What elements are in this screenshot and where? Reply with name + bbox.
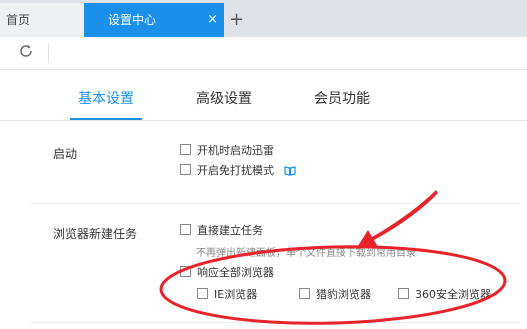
option-label: 开机时启动迅雷	[197, 144, 274, 157]
checkbox[interactable]	[398, 288, 409, 299]
direct-create-hint: 不再弹出新建面板，单个文件直接下载到常用目录	[196, 248, 416, 259]
option-start-on-boot[interactable]: 开机时启动迅雷	[180, 144, 274, 158]
option-label: IE浏览器	[214, 288, 258, 301]
tab-member-features[interactable]: 会员功能	[314, 88, 370, 108]
browser-tab-bar: 首页 设置中心 × +	[0, 0, 527, 37]
option-label: 开启免打扰模式	[197, 164, 274, 177]
option-do-not-disturb[interactable]: 开启免打扰模式	[180, 164, 296, 180]
section-divider	[30, 203, 520, 204]
option-label: 响应全部浏览器	[197, 266, 274, 279]
option-label: 直接建立任务	[197, 224, 263, 237]
section-divider	[30, 322, 520, 323]
checkbox[interactable]	[299, 288, 310, 299]
checkbox[interactable]	[180, 164, 191, 175]
toolbar-divider	[48, 43, 49, 63]
option-ie-browser[interactable]: IE浏览器	[197, 288, 257, 302]
option-label: 360安全浏览器	[415, 288, 491, 301]
option-360-browser[interactable]: 360安全浏览器	[398, 288, 491, 302]
new-tab-button[interactable]: +	[229, 6, 244, 34]
tab-basic-settings[interactable]: 基本设置	[78, 88, 134, 108]
section-label-startup: 启动	[53, 147, 78, 161]
checkbox[interactable]	[197, 288, 208, 299]
annotation-arrow	[356, 190, 438, 249]
tab-settings-label: 设置中心	[108, 13, 157, 27]
section-label-browser-new-task: 浏览器新建任务	[53, 227, 138, 241]
reload-icon[interactable]	[18, 43, 34, 63]
close-icon[interactable]: ×	[207, 3, 218, 37]
tabs-divider	[0, 120, 527, 121]
option-label: 猎豹浏览器	[316, 288, 371, 301]
checkbox[interactable]	[180, 266, 191, 277]
info-book-icon[interactable]	[283, 166, 296, 180]
tab-home[interactable]: 首页	[0, 3, 84, 37]
tab-settings-center[interactable]: 设置中心 ×	[84, 3, 224, 37]
checkbox[interactable]	[180, 144, 191, 155]
tab-advanced-settings[interactable]: 高级设置	[196, 88, 252, 108]
tab-home-label: 首页	[6, 13, 31, 27]
checkbox[interactable]	[180, 224, 191, 235]
option-respond-all-browsers[interactable]: 响应全部浏览器	[180, 266, 274, 280]
address-toolbar	[0, 37, 527, 70]
option-direct-create-task[interactable]: 直接建立任务	[180, 224, 263, 238]
option-liebao-browser[interactable]: 猎豹浏览器	[299, 288, 371, 302]
